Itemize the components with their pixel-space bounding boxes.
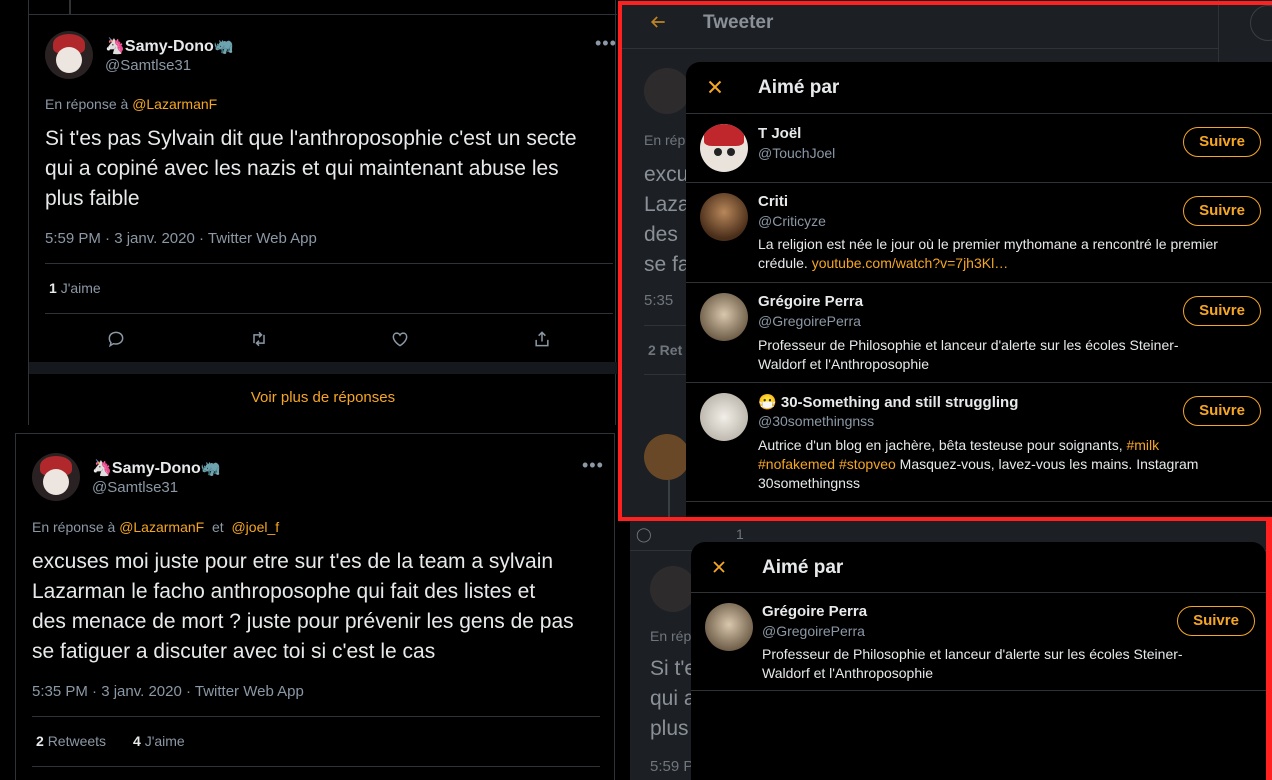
like-icon[interactable] (390, 329, 410, 349)
user-name[interactable]: Grégoire Perra (762, 603, 867, 620)
tweet-text: Si t'es pas Sylvain dit que l'anthroposo… (45, 127, 577, 210)
likes-stat: 1 (736, 526, 744, 542)
user-row[interactable]: Grégoire Perra @GregoirePerra Suivre Pro… (686, 283, 1272, 383)
tweet-card-1: 🦄Samy-Dono🦏 @Samtlse31 ••• En réponse à … (28, 0, 617, 425)
user-handle[interactable]: @Criticyze (758, 213, 826, 229)
reply-context: En réponse à @LazarmanF (45, 96, 218, 112)
close-icon[interactable] (704, 76, 726, 103)
avatar (650, 566, 696, 612)
user-row[interactable]: 😷 30-Something and still struggling @30s… (686, 383, 1272, 503)
retweet-icon[interactable] (248, 329, 270, 349)
retweets-stat: 2 Ret (648, 342, 683, 358)
modal-title: Aimé par (762, 557, 844, 578)
highlight-edge (1266, 520, 1272, 780)
user-handle[interactable]: @GregoirePerra (762, 623, 865, 639)
more-options-icon[interactable]: ••• (582, 455, 604, 476)
close-icon[interactable] (709, 557, 729, 582)
avatar[interactable] (45, 31, 93, 79)
reply-context: En rép (650, 628, 692, 644)
rhino-emoji: 🦏 (200, 460, 221, 477)
unicorn-emoji: 🦄 (92, 460, 112, 477)
user-bio: Professeur de Philosophie et lanceur d'a… (762, 646, 1183, 681)
likes-stat[interactable]: 1 J'aime (49, 280, 101, 296)
avatar[interactable] (700, 193, 748, 241)
page-title: Tweeter (703, 12, 774, 33)
tweet-card-2: 🦄Samy-Dono🦏 @Samtlse31 ••• En réponse à … (15, 433, 615, 780)
avatar[interactable] (700, 124, 748, 172)
follow-button[interactable]: Suivre (1183, 296, 1261, 326)
mask-emoji: 😷 (758, 394, 777, 411)
user-row[interactable]: Criti @Criticyze Suivre La religion est … (686, 183, 1272, 283)
follow-button[interactable]: Suivre (1177, 606, 1255, 636)
reply-context: En rép (644, 132, 686, 148)
reply-to-link[interactable]: @joel_f (231, 519, 279, 535)
tweet-timestamp[interactable]: 5:35 PM · 3 janv. 2020 · Twitter Web App (32, 683, 304, 700)
retweets-stat[interactable]: 2 Retweets (36, 733, 106, 749)
tweet-timestamp: 5:35 (644, 292, 674, 309)
author-name[interactable]: 🦄Samy-Dono🦏 (92, 458, 221, 478)
reply-to-link[interactable]: @LazarmanF (119, 519, 204, 535)
hashtag-link[interactable]: #nofakemed (758, 456, 835, 472)
user-name[interactable]: Criti (758, 193, 788, 210)
avatar (644, 68, 690, 114)
reply-icon[interactable] (106, 329, 126, 349)
avatar[interactable] (700, 393, 748, 441)
user-name[interactable]: 😷 30-Something and still struggling (758, 393, 1018, 411)
user-bio: Professeur de Philosophie et lanceur d'a… (758, 337, 1179, 372)
reply-icon: ◯ (636, 526, 652, 542)
user-row[interactable]: Grégoire Perra @GregoirePerra Suivre Pro… (691, 593, 1266, 691)
tweet-text: excuses moi juste pour etre sur t'es de … (32, 550, 574, 663)
author-handle[interactable]: @Samtlse31 (105, 57, 191, 74)
avatar[interactable] (700, 293, 748, 341)
rhino-emoji: 🦏 (213, 38, 234, 55)
unicorn-emoji: 🦄 (105, 38, 125, 55)
show-more-replies-link[interactable]: Voir plus de réponses (29, 389, 617, 406)
avatar[interactable] (705, 603, 753, 651)
back-arrow-icon[interactable] (648, 12, 668, 37)
share-icon[interactable] (532, 329, 552, 349)
user-handle[interactable]: @GregoirePerra (758, 313, 861, 329)
reply-context: En réponse à @LazarmanF et @joel_f (32, 519, 280, 535)
user-handle[interactable]: @30somethingnss (758, 413, 874, 429)
author-name[interactable]: 🦄Samy-Dono🦏 (105, 36, 234, 56)
tweet-text: Si t'e qui a plus (650, 657, 697, 740)
hashtag-link[interactable]: #milk (1126, 437, 1159, 453)
liked-by-modal: Aimé par T Joël @TouchJoel Suivre Criti … (686, 62, 1272, 518)
more-options-icon[interactable]: ••• (595, 33, 617, 54)
hashtag-link[interactable]: #stopveo (839, 456, 896, 472)
tweet-text: excu Laza des se fa (644, 163, 690, 276)
user-name[interactable]: Grégoire Perra (758, 293, 863, 310)
tweet-timestamp[interactable]: 5:59 PM · 3 janv. 2020 · Twitter Web App (45, 230, 317, 247)
likes-stat[interactable]: 4 J'aime (133, 733, 185, 749)
liked-by-modal-2: Aimé par Grégoire Perra @GregoirePerra S… (691, 542, 1266, 780)
user-bio: Autrice d'un blog en jachère, bêta teste… (758, 437, 1199, 491)
user-name[interactable]: T Joël (758, 125, 801, 142)
avatar (644, 434, 690, 480)
follow-button[interactable]: Suivre (1183, 196, 1261, 226)
bio-link[interactable]: youtube.com/watch?v=7jh3Kl… (812, 255, 1009, 271)
follow-button[interactable]: Suivre (1183, 396, 1261, 426)
user-handle[interactable]: @TouchJoel (758, 145, 835, 161)
user-row[interactable]: T Joël @TouchJoel Suivre (686, 114, 1272, 182)
user-bio: La religion est née le jour où le premie… (758, 236, 1218, 271)
follow-button[interactable]: Suivre (1183, 127, 1261, 157)
search-icon[interactable] (1250, 5, 1272, 41)
tweet-timestamp: 5:59 P (650, 758, 694, 775)
author-handle[interactable]: @Samtlse31 (92, 479, 178, 496)
reply-to-link[interactable]: @LazarmanF (132, 96, 217, 112)
avatar[interactable] (32, 453, 80, 501)
modal-title: Aimé par (758, 77, 840, 98)
